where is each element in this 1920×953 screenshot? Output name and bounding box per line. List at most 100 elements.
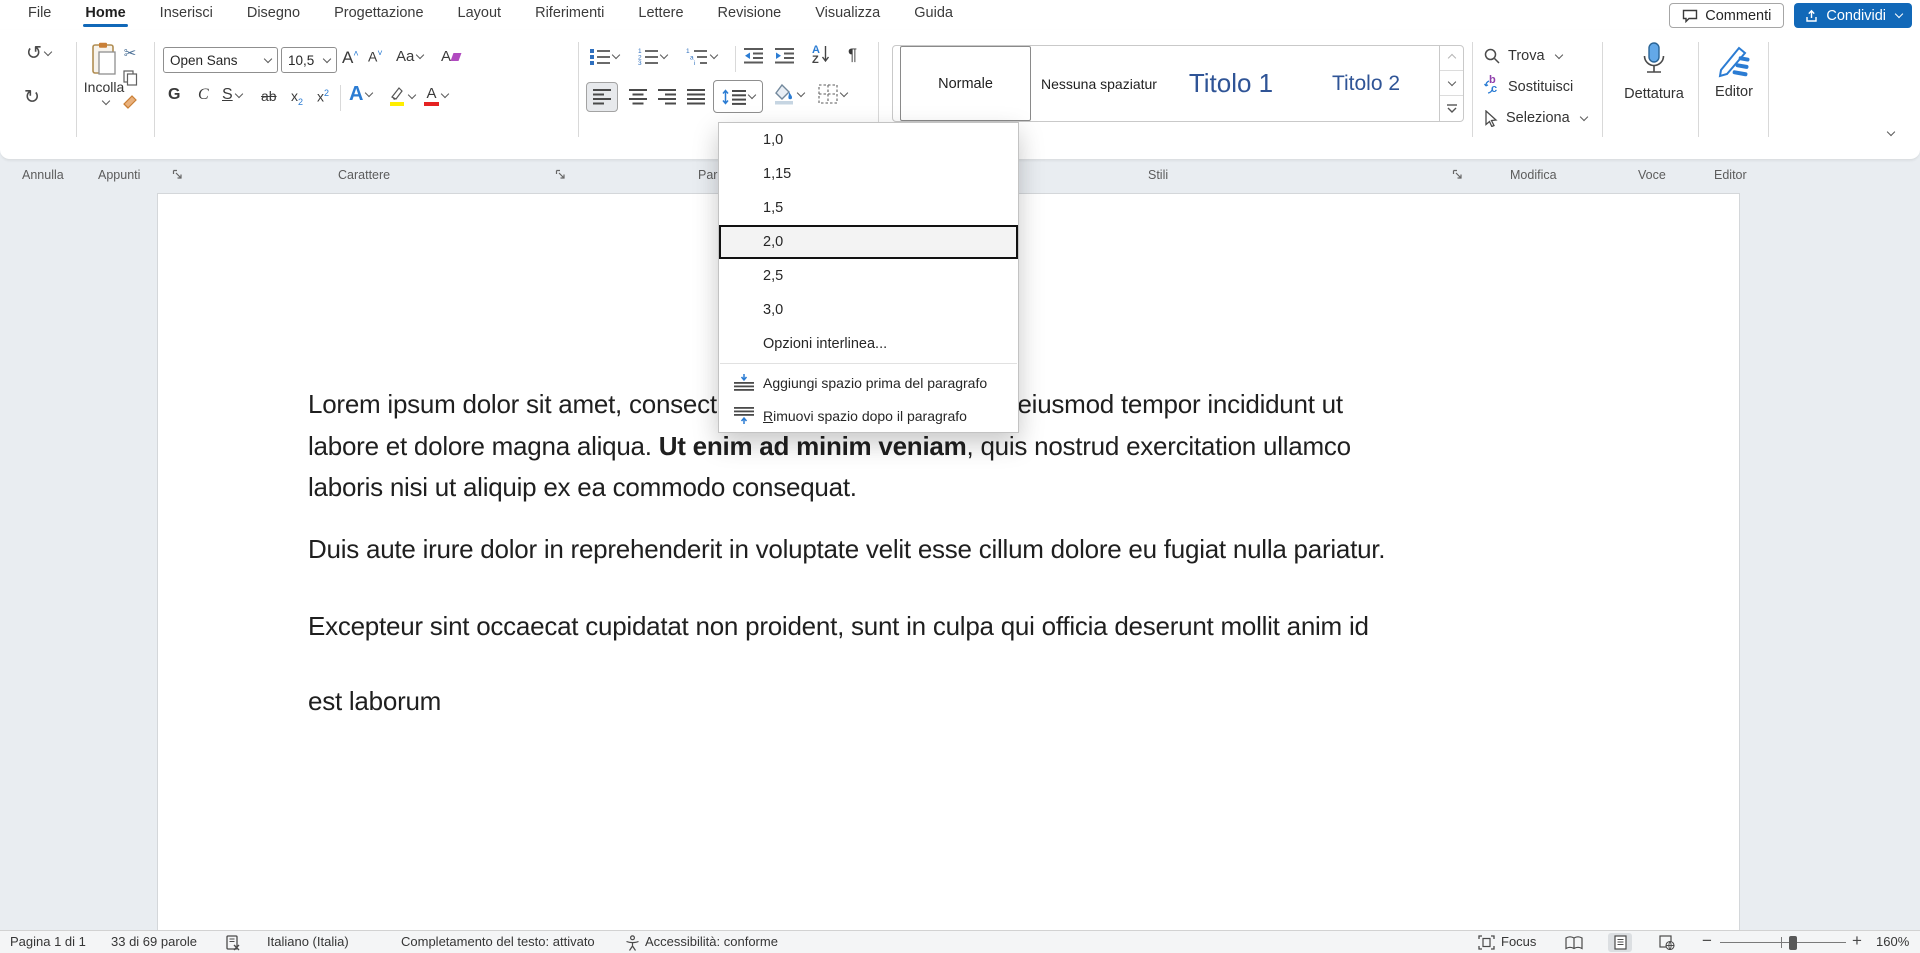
zoom-level[interactable]: 160%: [1876, 934, 1909, 949]
sort-button[interactable]: A Z: [812, 45, 830, 65]
styles-scroll-up-button[interactable]: [1440, 46, 1463, 71]
add-space-before-item[interactable]: Aggiungi spazio prima del paragrafo: [719, 366, 1018, 399]
editor-button[interactable]: Editor: [1708, 42, 1760, 100]
spacing-option-1-0[interactable]: 1,0: [719, 123, 1018, 157]
proofing-status-icon[interactable]: [226, 935, 241, 951]
styles-scroll-down-button[interactable]: [1440, 71, 1463, 96]
bullets-button[interactable]: [590, 47, 619, 65]
style-heading-2[interactable]: Titolo 2: [1301, 46, 1431, 121]
font-color-button[interactable]: A: [424, 85, 448, 106]
word-count-status[interactable]: 33 di 69 parole: [111, 934, 197, 949]
zoom-slider-thumb[interactable]: [1789, 936, 1797, 950]
superscript-button[interactable]: x2: [317, 88, 329, 105]
tab-guida[interactable]: Guida: [912, 3, 955, 27]
align-center-button[interactable]: [623, 82, 653, 112]
select-button[interactable]: Seleziona: [1484, 106, 1587, 130]
tab-riferimenti[interactable]: Riferimenti: [533, 3, 606, 27]
tab-revisione[interactable]: Revisione: [716, 3, 784, 27]
focus-mode-button[interactable]: Focus: [1501, 934, 1536, 949]
tab-layout[interactable]: Layout: [456, 3, 504, 27]
numbering-button[interactable]: 123: [638, 47, 667, 65]
subscript-button[interactable]: x2: [291, 88, 303, 107]
zoom-in-button[interactable]: +: [1852, 931, 1862, 951]
align-left-button[interactable]: [586, 82, 618, 112]
paragraph-2[interactable]: Duis aute irure dolor in reprehenderit i…: [308, 529, 1608, 571]
decrease-indent-button[interactable]: [744, 48, 763, 64]
text-effects-button[interactable]: A: [349, 83, 372, 106]
italic-button[interactable]: C: [198, 86, 209, 104]
replace-button[interactable]: b c Sostituisci: [1484, 75, 1573, 99]
paragraph-4[interactable]: est laborum: [308, 681, 1608, 723]
highlight-button[interactable]: [388, 85, 415, 107]
underline-button[interactable]: S: [222, 86, 242, 104]
shrink-font-button[interactable]: A˅: [368, 48, 383, 65]
increase-indent-button[interactable]: [775, 48, 794, 64]
align-right-button[interactable]: [652, 82, 682, 112]
find-button[interactable]: Trova: [1484, 44, 1562, 68]
change-case-button[interactable]: Aa: [396, 48, 423, 65]
language-status[interactable]: Italiano (Italia): [267, 934, 349, 949]
show-formatting-button[interactable]: ¶: [848, 45, 857, 65]
line-spacing-button[interactable]: [713, 80, 763, 113]
web-layout-button[interactable]: [1655, 933, 1679, 952]
paragraph-3[interactable]: Excepteur sint occaecat cupidatat non pr…: [308, 606, 1608, 648]
accessibility-status[interactable]: Accessibilità: conforme: [645, 934, 778, 949]
page-number-status[interactable]: Pagina 1 di 1: [10, 934, 86, 949]
tab-progettazione[interactable]: Progettazione: [332, 3, 425, 27]
share-button[interactable]: Condividi: [1794, 3, 1912, 28]
tab-disegno[interactable]: Disegno: [245, 3, 302, 27]
chevron-down-icon: [747, 91, 755, 99]
comments-button[interactable]: Commenti: [1669, 3, 1784, 28]
spacing-options-item[interactable]: Opzioni interlinea...: [719, 327, 1018, 361]
grow-font-button[interactable]: A˄: [342, 48, 359, 68]
clear-formatting-button[interactable]: A: [441, 48, 460, 65]
spacing-option-1-15[interactable]: 1,15: [719, 157, 1018, 191]
multilevel-list-button[interactable]: 1ai: [686, 47, 717, 65]
tab-file[interactable]: File: [26, 3, 53, 27]
spacing-option-2-0-selected[interactable]: 2,0: [719, 225, 1018, 259]
styles-dialog-launcher-icon[interactable]: [1452, 169, 1466, 183]
dictate-button[interactable]: Dettatura: [1618, 42, 1690, 102]
font-name-select[interactable]: Open Sans: [163, 47, 278, 73]
shading-button[interactable]: [773, 83, 804, 105]
tab-visualizza[interactable]: Visualizza: [813, 3, 882, 27]
tab-home[interactable]: Home: [83, 3, 127, 27]
remove-space-after-item[interactable]: Rimuovi spazio dopo il paragrafo: [719, 399, 1018, 432]
justify-button[interactable]: [681, 82, 711, 112]
comments-label: Commenti: [1705, 8, 1771, 24]
cut-icon[interactable]: ✂: [124, 44, 137, 62]
copy-icon[interactable]: [123, 70, 138, 86]
zoom-out-button[interactable]: −: [1702, 931, 1712, 951]
strikethrough-button[interactable]: ab: [261, 88, 277, 104]
chevron-down-icon: [612, 50, 620, 58]
paste-button[interactable]: Incolla: [82, 42, 126, 104]
collapse-ribbon-chevron-icon[interactable]: [1887, 128, 1895, 136]
justify-icon: [687, 89, 705, 105]
tab-inserisci[interactable]: Inserisci: [158, 3, 215, 27]
styles-gallery-more-button[interactable]: [1440, 96, 1463, 121]
zoom-slider-center-tick: [1781, 937, 1782, 948]
tab-lettere[interactable]: Lettere: [636, 3, 685, 27]
clipboard-dialog-launcher-icon[interactable]: [172, 169, 186, 183]
redo-button[interactable]: ↻: [24, 86, 40, 108]
spacing-option-2-5[interactable]: 2,5: [719, 259, 1018, 293]
format-painter-icon[interactable]: [122, 94, 138, 110]
text-prediction-status[interactable]: Completamento del testo: attivato: [401, 934, 595, 949]
redo-icon: ↻: [24, 86, 40, 108]
print-layout-button[interactable]: [1608, 933, 1632, 952]
spacing-option-3-0[interactable]: 3,0: [719, 293, 1018, 327]
group-separator: [1472, 42, 1473, 137]
font-size-select[interactable]: 10,5: [281, 47, 337, 73]
undo-button[interactable]: ↺: [26, 42, 51, 64]
read-mode-button[interactable]: [1562, 933, 1586, 952]
borders-button[interactable]: [818, 84, 847, 104]
style-no-spacing[interactable]: Nessuna spaziatura: [1041, 46, 1157, 121]
chevron-down-icon: [660, 50, 668, 58]
bold-button[interactable]: G: [168, 86, 180, 104]
font-color-icon: A: [424, 85, 439, 106]
zoom-slider-track[interactable]: [1720, 942, 1846, 943]
style-normal[interactable]: Normale: [900, 46, 1031, 121]
spacing-option-1-5[interactable]: 1,5: [719, 191, 1018, 225]
font-dialog-launcher-icon[interactable]: [555, 169, 569, 183]
style-heading-1[interactable]: Titolo 1: [1165, 46, 1297, 121]
